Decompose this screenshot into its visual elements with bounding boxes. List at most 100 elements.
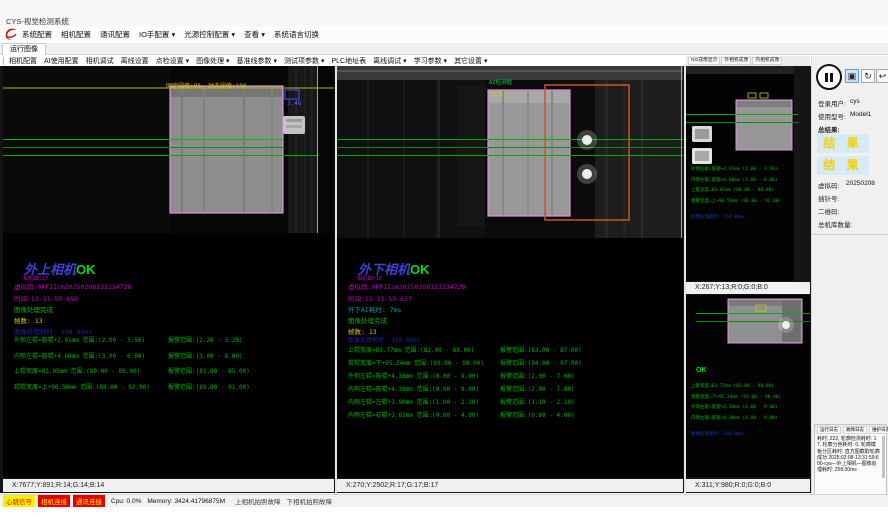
time-line: 时间:13-31-59-650	[14, 293, 78, 303]
menu-item[interactable]: 相机配置	[61, 29, 91, 40]
ng-measure-lines: 外侧左辊=筋辊+2.91mm (2.00 - 3.50)内侧左辊=筋辊+4.60…	[691, 166, 781, 208]
process-done-line: 图像处理完成	[14, 304, 53, 314]
measurement-text: 辊辊宽度=上+90.56mm 范围:(88.00 - 92.00)	[14, 382, 150, 391]
toolbar-item[interactable]: 其它设置 ▾	[454, 56, 487, 66]
alarm-range-text: 报警范围:(2.00 - 7.00)	[500, 371, 575, 380]
upper-camera-status: 上相机拍照故障	[235, 496, 281, 506]
login-user-value: cys	[850, 98, 860, 105]
result-box-1: 结 果	[817, 134, 869, 153]
measurement-text: 辊辊宽度=下+95.24mm 范围:(93.00 - 98.00)	[348, 358, 484, 367]
log-panel: 运行日志故障日志维护日志 耗时: 222, 轮廓检测耗时: 17, 轮廓分色耗时…	[814, 424, 887, 496]
toolbar-item[interactable]: 离线设置	[121, 56, 149, 66]
coordinate-bar-left: X:7677;Y:891;R:14;G:14;B:14	[3, 479, 334, 492]
coordinate-bar-middle: X:270;Y:2502;R:17;G:17;B:17	[337, 479, 683, 492]
camera-status-ok: OK	[410, 262, 430, 277]
ng-measure-line: 上辊宽度=83.77mm (82.00 - 88.00)	[691, 383, 781, 394]
toolbar-item[interactable]: 基准线参数 ▾	[237, 56, 277, 66]
model-label: 使用型号:	[818, 111, 846, 121]
menu-item[interactable]: IO手配置 ▾	[139, 29, 175, 40]
ng-view-tabs: NG成像显示外相机成像内相机成像	[686, 56, 810, 66]
toolbar-item[interactable]: 点检设置 ▾	[156, 56, 189, 66]
ng-top-panel: 外侧左辊=筋辊+2.91mm (2.00 - 3.50)内侧左辊=筋辊+4.60…	[686, 66, 810, 281]
measurement-text: 外侧左辊=筋辊+4.38mm 范围:(0.00 - 9.00)	[348, 371, 479, 380]
ng-status-ok: OK	[696, 367, 707, 374]
menu-bar: 系统配置相机配置通讯配置 IO手配置 ▾ 光源控制配置 ▾ 查看 ▾ 系统语言切换	[0, 26, 888, 43]
toolbar-item[interactable]: 相机调试	[86, 56, 114, 66]
menu-item[interactable]: 系统语言切换	[274, 29, 319, 40]
menu-item[interactable]: 查看 ▾	[244, 29, 265, 40]
measurement-text: 内侧左辊=筋辊+4.38mm 范围:(0.00 - 9.00)	[348, 384, 479, 393]
ng-view-tab[interactable]: 外相机成像	[721, 57, 751, 65]
menu-item[interactable]: 通讯配置	[100, 29, 130, 40]
toolbar-item[interactable]: 测试项参数 ▾	[284, 56, 324, 66]
left-camera-image[interactable]	[3, 66, 334, 233]
ng-process-time-line: 图像处理耗时: 180.00ms	[691, 431, 745, 437]
ai-time-line: 外下AI耗时: 7ms	[348, 304, 401, 314]
app-logo-icon	[3, 27, 19, 42]
sidebar: ▣ ↻ ↩ 登录用户: cys 使用型号: Model1 总结果: 结 果 结 …	[811, 56, 888, 493]
ai-box-overlay-label: AI检测框	[489, 78, 512, 86]
measure-overlay-value: 3.46	[287, 100, 301, 107]
reset-button[interactable]: ↻	[861, 69, 875, 83]
status-badge: 心跳信号	[3, 495, 35, 507]
total-result-label: 总结果:	[818, 124, 840, 134]
ng-view-tab[interactable]: 内相机成像	[752, 57, 782, 65]
virtual-code-value: 20250208	[846, 180, 875, 187]
measurement-row: 内侧左辊=筋辊+4.38mm 范围:(0.00 - 9.00) 报警范围:(2.…	[348, 384, 678, 397]
menu-item[interactable]: 系统配置	[22, 29, 52, 40]
log-text: 耗时: 222, 轮廓检测耗时: 17, 轮廓分色耗时: 0, 轮廓模板分区耗时…	[815, 434, 886, 476]
toolbar-item[interactable]: 相机配置	[9, 56, 37, 66]
measurement-text: 外侧左辊=筋辊+2.91mm 范围:(2.00 - 3.50)	[14, 335, 145, 344]
capture-icon: ▣	[848, 71, 857, 81]
menu-item[interactable]: 光源控制配置 ▾	[184, 29, 235, 40]
toolbar-item[interactable]: 离线调试 ▾	[373, 56, 406, 66]
model-value: Model1	[850, 111, 871, 118]
alarm-range-text: 报警范围:(0.60 - 4.00)	[500, 410, 575, 419]
barcode-line: 虚拟码:0FF1Iim20250208133134728	[14, 281, 131, 291]
highlight-glow-1	[582, 135, 592, 145]
toolbar-item[interactable]: AI使用配置	[44, 56, 79, 66]
coordinate-bar-ng-bottom: X:311;Y:980;R:0;G:0;B:0	[686, 479, 810, 492]
measurement-text: 内侧左辊=右辊+2.61mm 范围:(0.60 - 4.00)	[348, 410, 479, 419]
alarm-range-text: 报警范围:(94.00 - 97.00)	[500, 358, 582, 367]
measurement-row: 内侧左辊=右辊+2.61mm 范围:(0.60 - 4.00) 报警范围:(0.…	[348, 410, 678, 423]
baseline-yellow-right	[681, 66, 682, 238]
measurement-row: 内侧左辊=左辊+1.90mm 范围:(1.00 - 2.20) 报警范围:(1.…	[348, 397, 678, 410]
exit-button[interactable]: ↩	[876, 69, 888, 83]
tab-run-image[interactable]: 运行图像	[2, 43, 46, 55]
ng-bottom-panel: OK 上辊宽度=83.77mm (82.00 - 88.00)辊辊宽度=下+95…	[686, 295, 810, 477]
ng-view-tab[interactable]: NG成像显示	[688, 57, 720, 65]
baseline-yellow-right	[317, 66, 318, 233]
log-scrollbar[interactable]	[882, 436, 885, 478]
log-tab[interactable]: 故障日志	[843, 426, 867, 434]
capture-button[interactable]: ▣	[845, 69, 859, 83]
measure-line-green-1	[337, 139, 683, 140]
time-line: 时间:13-31-59-627	[348, 293, 412, 303]
toolbar-item[interactable]: 图像处理 ▾	[196, 56, 229, 66]
measurement-text: 上辊宽度=83.77mm 范围:(82.00 - 88.00)	[348, 345, 474, 354]
middle-camera-image[interactable]	[337, 66, 683, 238]
pause-button[interactable]	[816, 64, 842, 90]
lower-camera-status: 下相机拍照故障	[287, 496, 333, 506]
ng-measure-lines: 上辊宽度=83.77mm (82.00 - 88.00)辊辊宽度=下+95.24…	[691, 383, 781, 425]
log-tab[interactable]: 维护日志	[869, 426, 888, 434]
ng-measure-line: 辊辊宽度=上+90.56mm (88.00 - 92.00)	[691, 198, 781, 209]
toolbar-item[interactable]: 学习参数 ▾	[414, 56, 447, 66]
cpu-usage: Cpu: 0.0%	[111, 498, 141, 505]
toolbar-grip-icon	[3, 57, 4, 65]
toolbar-item[interactable]: PLC地址表	[332, 56, 367, 66]
pin-number-label: 插针号:	[818, 193, 839, 203]
threshold-overlay-label: 固定阈值:93, 动态阈值:100	[166, 81, 247, 90]
measure-line-green-2	[686, 122, 798, 123]
measure-line-green-3	[3, 155, 317, 156]
measurement-text: 内侧左辊=左辊+1.90mm 范围:(1.00 - 2.20)	[348, 397, 479, 406]
log-tab[interactable]: 运行日志	[817, 426, 841, 434]
left-camera-panel: 固定阈值:93, 动态阈值:100 3.46 外上相机OK 相机ID:1T 虚拟…	[3, 66, 334, 478]
measure-line-green-1	[3, 139, 284, 140]
status-badge: 相机连接	[38, 495, 70, 507]
camera-status-ok: OK	[76, 262, 96, 277]
memory-usage: Memory: 3424.41796875M	[147, 498, 225, 505]
product-region-outline	[736, 100, 792, 150]
title-bar: CYS-视觉检测系统	[0, 0, 888, 26]
status-badge: 通讯连接	[73, 495, 105, 507]
